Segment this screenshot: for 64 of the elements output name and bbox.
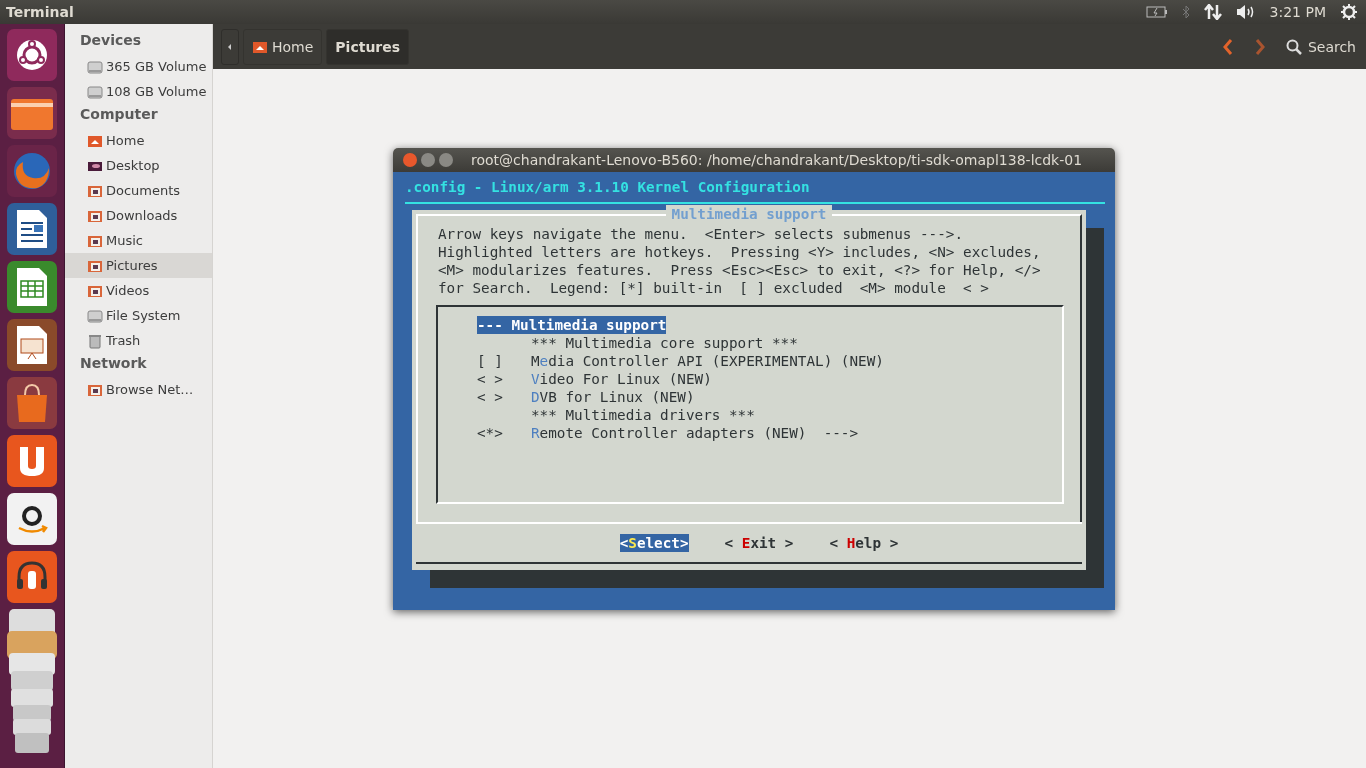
- breadcrumb-button[interactable]: Pictures: [326, 28, 410, 65]
- help-text: Arrow keys navigate the menu. <Enter> selects submenus --->. Highlighted letters are hotkeys. Pressing <Y> includes, <N> excludes, <M> modularizes features. Press <Esc><Esc> to exit, <?> for Help, </> for Search. Legend: [*] built-in [ ] excluded <M> module < >: [438, 225, 1042, 297]
- clock[interactable]: 3:21 PM: [1269, 4, 1326, 20]
- folder-icon[interactable]: [7, 87, 57, 139]
- close-button[interactable]: [403, 153, 417, 167]
- letter-u-tile-icon[interactable]: [7, 435, 57, 487]
- globe-fox-icon[interactable]: [7, 145, 57, 197]
- text-document-icon[interactable]: [7, 203, 57, 255]
- right-chevron-icon: [1254, 38, 1265, 55]
- smile-arrow-tile-icon[interactable]: [7, 493, 57, 545]
- sidebar-item[interactable]: Videos: [65, 278, 212, 303]
- option-marker: <*>: [477, 424, 504, 442]
- sidebar-item[interactable]: Browse Net…: [65, 377, 212, 402]
- dialog-title: Multimedia support: [665, 205, 833, 223]
- sidebar-heading: Computer: [79, 105, 159, 124]
- sidebar-item[interactable]: File System: [65, 303, 212, 328]
- config-header: .config - Linux/arm 3.1.10 Kernel Configuration: [405, 178, 811, 196]
- battery-icon[interactable]: [1145, 6, 1168, 18]
- search-icon: [1285, 38, 1302, 55]
- power-gear-icon[interactable]: [1340, 3, 1358, 21]
- dialog-button[interactable]: <Select>: [619, 534, 689, 552]
- dialog-button[interactable]: < Help >: [829, 534, 899, 552]
- menu-option[interactable]: Remote Controller adapters (NEW) --->: [531, 424, 859, 442]
- app-title: Terminal: [5, 4, 75, 20]
- bluetooth-icon[interactable]: [1181, 5, 1190, 19]
- small-left-triangle-icon: [228, 43, 232, 50]
- option-marker: < >: [477, 388, 504, 406]
- sidebar-item[interactable]: Trash: [65, 328, 212, 353]
- sidebar-heading: Network: [79, 354, 148, 373]
- option-marker: < >: [477, 370, 504, 388]
- spreadsheet-icon[interactable]: [7, 261, 57, 313]
- menu-option[interactable]: DVB for Linux (NEW): [531, 388, 695, 406]
- search-button[interactable]: Search: [1277, 29, 1360, 64]
- shopping-bag-icon[interactable]: [7, 377, 57, 429]
- drive-icon: [87, 307, 103, 324]
- menu-option[interactable]: *** Multimedia drivers ***: [531, 406, 755, 424]
- menu-option[interactable]: --- Multimedia support: [477, 316, 667, 334]
- sidebar-item[interactable]: Home: [65, 128, 212, 153]
- window-title: root@chandrakant-Lenovo-B560: /home/chandrakant/Desktop/ti-sdk-omapl138-lcdk-01: [471, 152, 1083, 168]
- volume-icon[interactable]: [1235, 4, 1256, 20]
- sidebar-item[interactable]: 108 GB Volume: [65, 79, 212, 104]
- sidebar-item[interactable]: Downloads: [65, 203, 212, 228]
- sidebar-item[interactable]: Music: [65, 228, 212, 253]
- drive-icon: [87, 58, 103, 75]
- drive-icon: [87, 83, 103, 100]
- network-arrows-icon[interactable]: [1203, 4, 1222, 20]
- headphones-tile-icon[interactable]: [7, 551, 57, 603]
- presentation-icon[interactable]: [7, 319, 57, 371]
- option-marker: [ ]: [477, 352, 504, 370]
- sidebar-item[interactable]: 365 GB Volume: [65, 54, 212, 79]
- sidebar-heading: Devices: [79, 31, 143, 50]
- menu-option[interactable]: Video For Linux (NEW): [531, 370, 712, 388]
- trash-icon: [87, 332, 103, 349]
- sidebar-item[interactable]: Documents: [65, 178, 212, 203]
- sidebar-item[interactable]: Desktop: [65, 153, 212, 178]
- menu-option[interactable]: Media Controller API (EXPERIMENTAL) (NEW): [531, 352, 884, 370]
- breadcrumb-button[interactable]: Home: [243, 28, 323, 65]
- maximize-button[interactable]: [439, 153, 453, 167]
- sidebar-item[interactable]: Pictures: [65, 253, 212, 278]
- menu-option[interactable]: *** Multimedia core support ***: [531, 334, 798, 352]
- minimize-button[interactable]: [421, 153, 435, 167]
- dialog-button[interactable]: < Exit >: [724, 534, 794, 552]
- left-chevron-icon: [1222, 38, 1233, 55]
- ubuntu-logo-icon[interactable]: [7, 29, 57, 81]
